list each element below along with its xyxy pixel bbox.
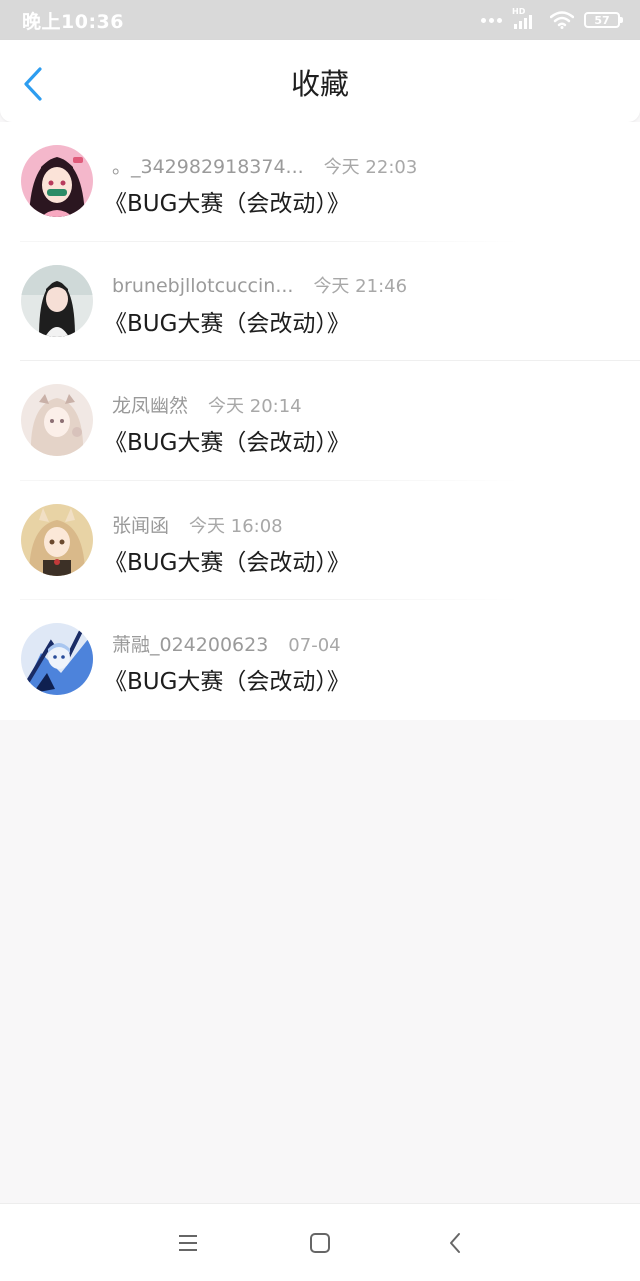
avatar[interactable] xyxy=(21,145,93,217)
post-title[interactable]: 《BUG大赛（会改动）》 xyxy=(104,423,350,457)
status-time: 晚上10:36 xyxy=(22,10,124,33)
system-nav-bar xyxy=(0,1203,640,1281)
home-button[interactable] xyxy=(305,1228,335,1258)
page-title: 收藏 xyxy=(290,67,349,101)
list-item[interactable]: 龙凤幽然 今天 20:14 《BUG大赛（会改动）》 xyxy=(0,361,640,481)
list-item[interactable]: 。_342982918374... 今天 22:03 《BUG大赛（会改动）》 xyxy=(0,122,640,242)
meta-line: 张闻函 今天 16:08 xyxy=(112,511,283,538)
timestamp: 07-04 xyxy=(288,635,341,657)
meta-line: 。_342982918374... 今天 22:03 xyxy=(112,152,417,179)
timestamp: 今天 20:14 xyxy=(208,396,302,418)
list-item[interactable]: brunebjllotcuccin... 今天 21:46 《BUG大赛（会改动… xyxy=(0,242,640,362)
back-nav-button[interactable] xyxy=(440,1228,470,1258)
username[interactable]: brunebjllotcuccin... xyxy=(112,275,293,297)
username[interactable]: 张闻函 xyxy=(112,511,169,538)
status-icons: HD 57 xyxy=(481,7,623,29)
post-title[interactable]: 《BUG大赛（会改动）》 xyxy=(104,304,350,338)
battery-icon: 57 xyxy=(584,12,623,28)
timestamp: 今天 16:08 xyxy=(189,515,283,537)
avatar[interactable] xyxy=(21,264,93,337)
menu-icon xyxy=(179,1235,197,1251)
home-icon xyxy=(310,1233,330,1253)
status-bar: 晚上10:36 HD 57 xyxy=(0,0,640,40)
meta-line: 龙凤幽然 今天 20:14 xyxy=(112,391,302,418)
avatar[interactable] xyxy=(21,623,93,696)
post-title[interactable]: 《BUG大赛（会改动）》 xyxy=(104,184,350,218)
list-item[interactable]: 萧融_024200623 07-04 《BUG大赛（会改动）》 xyxy=(0,600,640,720)
post-title[interactable]: 《BUG大赛（会改动）》 xyxy=(104,543,350,577)
list-item[interactable]: 张闻函 今天 16:08 《BUG大赛（会改动）》 xyxy=(0,481,640,601)
username[interactable]: 龙凤幽然 xyxy=(112,391,188,418)
username[interactable]: 萧融_024200623 xyxy=(112,630,268,657)
header: 收藏 xyxy=(0,40,640,122)
wifi-icon xyxy=(550,11,574,29)
battery-level: 57 xyxy=(594,13,610,27)
menu-button[interactable] xyxy=(173,1228,203,1258)
avatar[interactable] xyxy=(21,384,93,457)
back-icon xyxy=(450,1233,460,1253)
meta-line: 萧融_024200623 07-04 xyxy=(112,630,341,657)
meta-line: brunebjllotcuccin... 今天 21:46 xyxy=(112,272,407,298)
more-dots-icon xyxy=(481,17,502,23)
username[interactable]: 。_342982918374... xyxy=(112,152,304,179)
avatar[interactable] xyxy=(21,503,93,576)
favorites-list: 。_342982918374... 今天 22:03 《BUG大赛（会改动）》 … xyxy=(0,122,640,720)
post-title[interactable]: 《BUG大赛（会改动）》 xyxy=(104,662,350,696)
timestamp: 今天 21:46 xyxy=(313,275,408,297)
signal-icon: HD xyxy=(512,7,540,29)
timestamp: 今天 22:03 xyxy=(323,157,418,178)
